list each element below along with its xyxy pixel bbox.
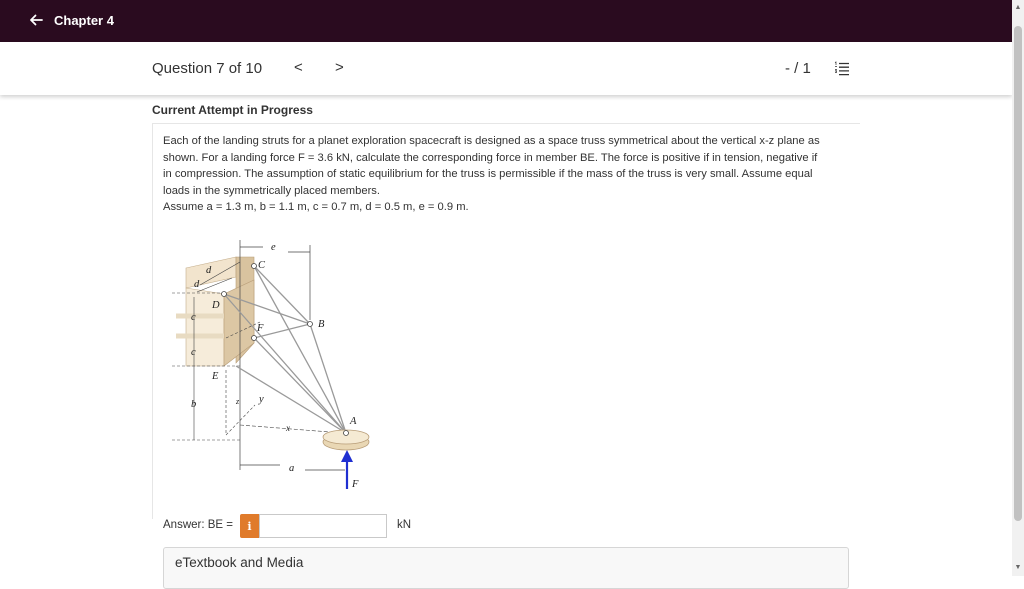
axis-label-x: x bbox=[285, 423, 290, 433]
dimension-label-d: d bbox=[206, 265, 212, 276]
problem-line: Each of the landing struts for a planet … bbox=[163, 135, 820, 147]
dimension-label-c: c bbox=[191, 312, 196, 323]
back-label: Chapter 4 bbox=[54, 12, 114, 28]
score-display: - / 1 bbox=[785, 60, 811, 77]
scroll-down-icon[interactable]: ▼ bbox=[1014, 564, 1022, 572]
unit-label: kN bbox=[397, 519, 412, 531]
etextbook-media-label: eTextbook and Media bbox=[175, 555, 304, 570]
previous-question-button[interactable]: < bbox=[294, 59, 303, 76]
point-label-d: D bbox=[211, 300, 220, 311]
point-label-e: E bbox=[211, 371, 219, 382]
problem-statement: Each of the landing struts for a planet … bbox=[163, 133, 853, 216]
dimension-label-b: b bbox=[191, 399, 196, 410]
force-label-f: F bbox=[351, 479, 359, 490]
problem-line: in compression. The assumption of static… bbox=[163, 168, 813, 180]
info-button[interactable]: i bbox=[240, 514, 259, 538]
question-title: Question 7 of 10 bbox=[152, 60, 263, 77]
top-bar: Chapter 4 bbox=[0, 0, 1012, 42]
point-label-f: F bbox=[256, 323, 264, 334]
point-label-a: A bbox=[349, 416, 357, 427]
answer-label: Answer: BE = bbox=[163, 519, 233, 531]
problem-line: loads in the symmetrically placed member… bbox=[163, 184, 380, 197]
axis-label-y: y bbox=[258, 394, 264, 405]
question-list-icon[interactable] bbox=[834, 61, 850, 77]
problem-assumptions: Assume a = 1.3 m, b = 1.1 m, c = 0.7 m, … bbox=[163, 201, 469, 213]
point-label-c: C bbox=[258, 260, 266, 271]
dimension-label-a: a bbox=[289, 463, 294, 474]
problem-line: shown. For a landing force F = 3.6 kN, c… bbox=[163, 151, 818, 164]
dimension-label-c: c bbox=[191, 347, 196, 358]
scrollbar-thumb[interactable] bbox=[1014, 26, 1022, 521]
answer-input[interactable] bbox=[259, 514, 387, 538]
dimension-label-e: e bbox=[271, 242, 276, 253]
arrow-left-icon bbox=[30, 14, 43, 26]
etextbook-media-panel[interactable]: eTextbook and Media bbox=[163, 547, 849, 589]
back-to-chapter-link[interactable]: Chapter 4 bbox=[28, 12, 114, 28]
attempt-status: Current Attempt in Progress bbox=[152, 103, 313, 117]
dimension-label-d: d bbox=[194, 279, 200, 290]
question-bar: Question 7 of 10 < > - / 1 bbox=[0, 42, 1012, 95]
scroll-up-icon[interactable]: ▲ bbox=[1014, 4, 1022, 12]
axis-label-z: z bbox=[235, 397, 240, 406]
point-label-b: B bbox=[318, 319, 325, 330]
truss-figure: e C d d D B c F c E z y b A x a F bbox=[172, 240, 370, 490]
next-question-button[interactable]: > bbox=[335, 59, 344, 76]
